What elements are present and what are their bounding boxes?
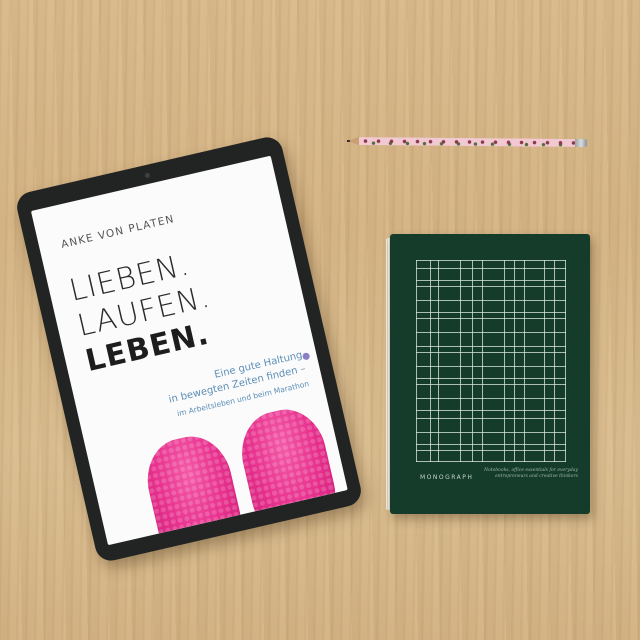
notebook-tagline: Notebooks, office essentials for everyda… [484,468,578,480]
notebook-tagline-line-2: entrepreneurs and creative thinkers [495,474,578,479]
tablet-camera-icon [144,172,151,179]
book-author: ANKE VON PLATEN [59,213,176,251]
pink-running-shoe-left [138,428,248,546]
notebook-brand: MONOGRAPH [420,474,474,481]
green-notebook: MONOGRAPH Notebooks, office essentials f… [390,234,590,514]
pencil-lead [346,139,351,142]
notebook-grid-pattern [416,260,566,462]
pencil-ferrule [574,138,588,148]
